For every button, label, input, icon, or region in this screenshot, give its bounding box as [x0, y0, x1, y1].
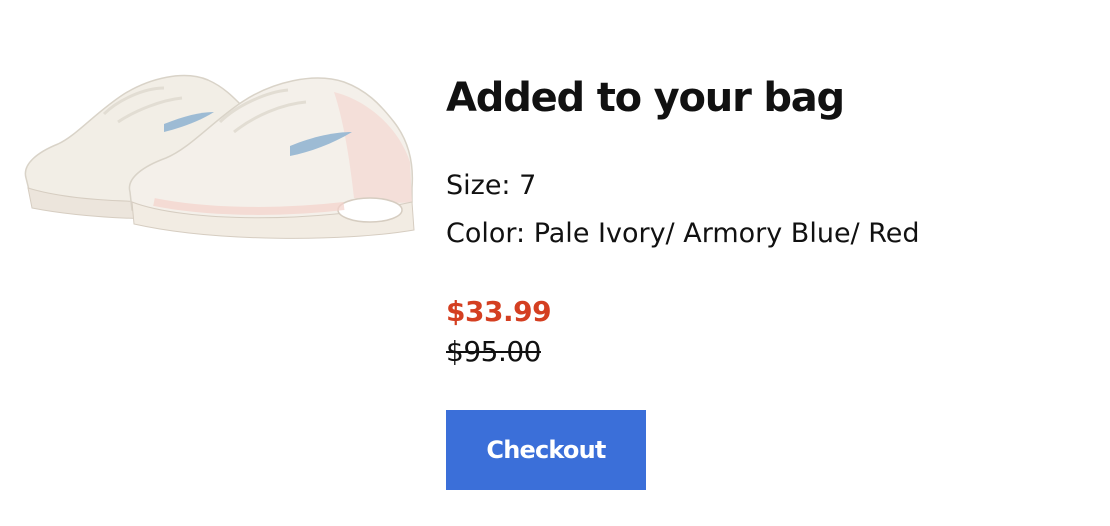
checkout-button[interactable]: Checkout — [446, 410, 646, 490]
page-title: Added to your bag — [446, 75, 845, 121]
sale-price: $33.99 — [446, 295, 552, 328]
product-image — [14, 52, 424, 242]
size-attribute: Size: 7 — [446, 170, 537, 201]
original-price: $95.00 — [446, 335, 541, 368]
added-to-bag-details: Added to your bag Size: 7 Color: Pale Iv… — [446, 70, 1086, 372]
color-attribute: Color: Pale Ivory/ Armory Blue/ Red — [446, 218, 920, 249]
product-attributes: Size: 7 Color: Pale Ivory/ Armory Blue/ … — [446, 162, 1086, 258]
